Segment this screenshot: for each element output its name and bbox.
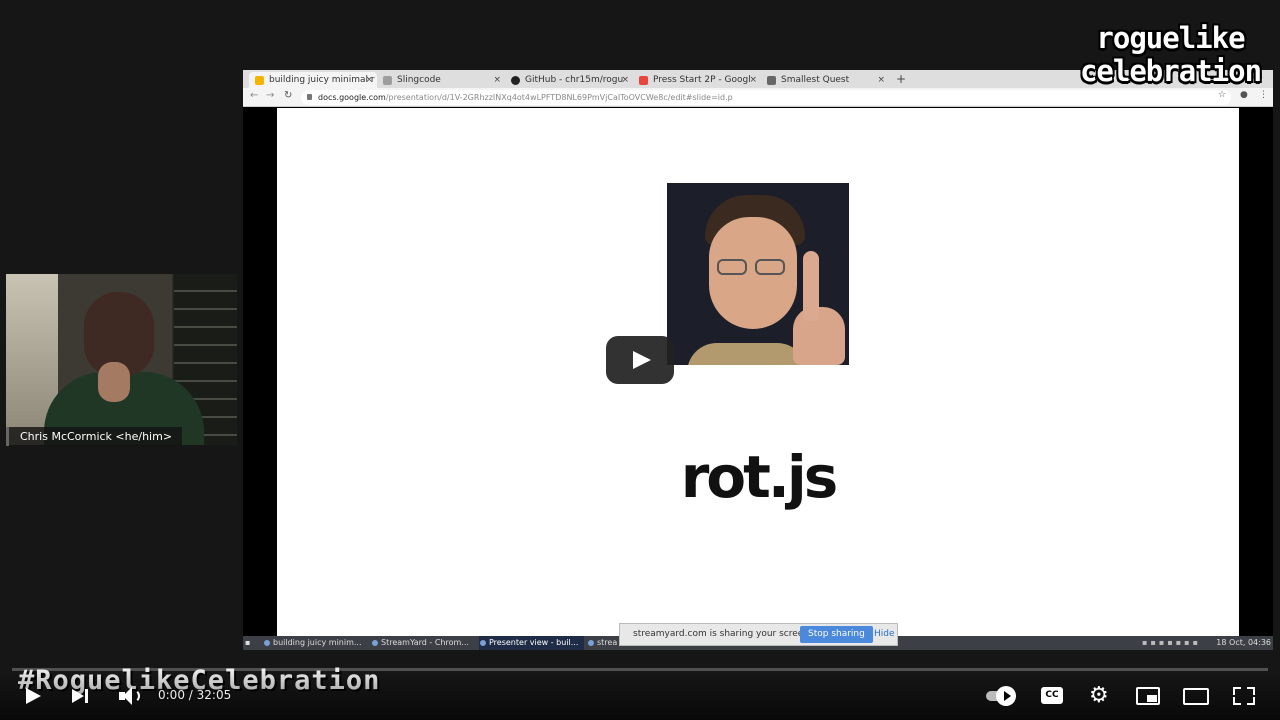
photo-shirt: [687, 343, 807, 365]
subtitles-button[interactable]: CC: [1036, 682, 1068, 710]
event-logo-line2: celebration: [1079, 54, 1262, 88]
shared-screen: building juicy minimal r × Slingcode × G…: [243, 70, 1273, 650]
browser-tab-5[interactable]: Smallest Quest ×: [761, 72, 889, 88]
big-play-button[interactable]: [606, 336, 674, 384]
stop-sharing-button[interactable]: Stop sharing: [800, 626, 873, 643]
lock-icon: [307, 94, 312, 100]
webcam-feed: [6, 274, 237, 445]
chrome-icon: [588, 640, 594, 646]
share-message: streamyard.com is sharing your screen.: [633, 629, 812, 639]
back-icon[interactable]: ←: [250, 90, 258, 101]
profile-icon[interactable]: ●: [1240, 90, 1248, 100]
taskbar-item-label: building juicy minim...: [273, 638, 362, 647]
photo-finger: [803, 251, 819, 321]
url-input[interactable]: docs.google.com/presentation/d/1V-2GRhzz…: [301, 90, 1231, 105]
slide: rot.js: [277, 108, 1239, 636]
event-logo: roguelike celebration: [1068, 22, 1273, 88]
mute-button[interactable]: [114, 682, 146, 710]
close-icon[interactable]: ×: [493, 72, 501, 88]
bookmark-star-icon[interactable]: ☆: [1218, 90, 1226, 100]
cc-icon: CC: [1041, 687, 1063, 704]
screen-share-notice: streamyard.com is sharing your screen. S…: [619, 623, 898, 646]
photo-glasses-right: [755, 259, 785, 275]
taskbar-item[interactable]: strea: [587, 636, 617, 650]
menu-dots-icon[interactable]: ⋮: [1259, 90, 1268, 100]
system-tray-icons[interactable]: ▪▪▪▪▪▪▪: [1142, 636, 1201, 650]
new-tab-icon[interactable]: +: [896, 71, 906, 87]
presentation-area: rot.js: [243, 108, 1273, 636]
volume-icon-wave: [130, 689, 140, 703]
play-button[interactable]: [18, 682, 50, 710]
autoplay-toggle[interactable]: [984, 682, 1016, 710]
close-icon[interactable]: ×: [877, 72, 885, 88]
taskbar-item-label: strea: [597, 638, 618, 647]
speaker-photo: [667, 183, 849, 365]
time-separator: /: [184, 688, 197, 702]
browser-tab-label: Slingcode: [397, 75, 441, 85]
fullscreen-icon-corner: [1233, 697, 1241, 705]
github-favicon-icon: [511, 76, 520, 85]
autoplay-icon: [996, 686, 1016, 706]
chrome-icon: [372, 640, 378, 646]
autoplay-play-glyph: [1004, 691, 1011, 701]
next-icon-bar: [85, 689, 88, 703]
settings-button[interactable]: ⚙: [1084, 682, 1116, 710]
time-display: 0:00 / 32:05: [158, 688, 231, 702]
current-time: 0:00: [158, 688, 185, 702]
browser-address-bar: ← → ↻ docs.google.com/presentation/d/1V-…: [243, 88, 1273, 107]
theater-mode-button[interactable]: [1180, 682, 1212, 710]
chrome-icon: [480, 640, 486, 646]
gear-icon: ⚙: [1089, 683, 1109, 708]
browser-tab-label: Press Start 2P - Googl: [653, 75, 751, 85]
speaker-name-label: Chris McCormick <he/him>: [6, 427, 183, 446]
close-icon[interactable]: ×: [365, 72, 373, 88]
page-favicon-icon: [767, 76, 776, 85]
reload-icon[interactable]: ↻: [284, 90, 292, 101]
taskbar-item[interactable]: Presenter view - buil...: [479, 636, 585, 650]
taskbar-item[interactable]: StreamYard - Chrom...: [371, 636, 469, 650]
photo-hand: [793, 307, 845, 365]
next-button[interactable]: [66, 682, 98, 710]
browser-tab-3[interactable]: GitHub - chr15m/rogu ×: [505, 72, 633, 88]
miniplayer-icon-inner: [1147, 695, 1157, 702]
play-icon: [26, 688, 41, 704]
browser-tab-label: building juicy minimal r: [269, 75, 375, 85]
url-host: docs.google.com: [318, 93, 386, 102]
browser-tab-4[interactable]: Press Start 2P - Googl ×: [633, 72, 761, 88]
miniplayer-button[interactable]: [1132, 682, 1164, 710]
forward-icon[interactable]: →: [266, 90, 274, 101]
theater-icon: [1183, 688, 1209, 705]
event-logo-line1: roguelike: [1096, 21, 1245, 55]
close-icon[interactable]: ×: [621, 72, 629, 88]
next-icon: [72, 689, 84, 703]
browser-tab-label: Smallest Quest: [781, 75, 850, 85]
start-menu-icon[interactable]: ▪: [245, 636, 250, 650]
cam-person-hand: [98, 362, 130, 402]
page-favicon-icon: [383, 76, 392, 85]
video-frame[interactable]: building juicy minimal r × Slingcode × G…: [0, 0, 1280, 720]
slides-favicon-icon: [255, 76, 264, 85]
fullscreen-button[interactable]: [1228, 682, 1260, 710]
chrome-icon: [264, 640, 270, 646]
player-controls: 0:00 / 32:05 CC ⚙: [0, 672, 1280, 720]
progress-bar[interactable]: [12, 668, 1268, 671]
url-path: /presentation/d/1V-2GRhzzINXq4ot4wLPFTD8…: [385, 93, 733, 102]
duration: 32:05: [196, 688, 232, 702]
fullscreen-icon-corner: [1247, 697, 1255, 705]
taskbar-clock: 18 Oct, 04:36: [1216, 638, 1271, 647]
browser-tab-1[interactable]: building juicy minimal r ×: [249, 72, 377, 88]
google-fonts-favicon-icon: [639, 76, 648, 85]
browser-tab-2[interactable]: Slingcode ×: [377, 72, 505, 88]
taskbar-item-label: StreamYard - Chrom...: [381, 638, 469, 647]
fullscreen-icon-corner: [1247, 687, 1255, 695]
fullscreen-icon: [1233, 687, 1241, 695]
slide-title: rot.js: [680, 443, 839, 511]
browser-tab-label: GitHub - chr15m/rogu: [525, 75, 624, 85]
close-icon[interactable]: ×: [749, 72, 757, 88]
play-icon: [633, 351, 651, 369]
taskbar-item-label: Presenter view - buil...: [489, 638, 579, 647]
taskbar-item[interactable]: building juicy minim...: [263, 636, 362, 650]
photo-glasses-left: [717, 259, 747, 275]
hide-button[interactable]: Hide: [874, 624, 895, 645]
